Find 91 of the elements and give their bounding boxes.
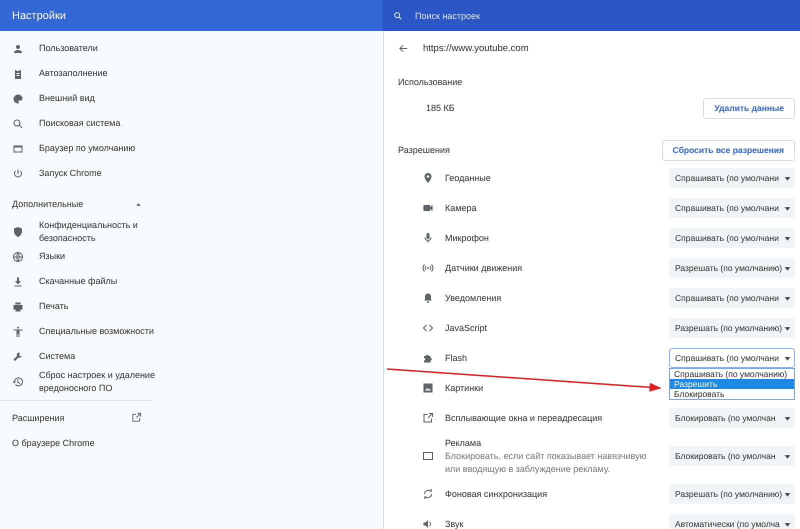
search-field[interactable]: Поиск настроек	[413, 10, 617, 22]
browser-window-icon	[422, 450, 434, 462]
download-icon	[12, 276, 24, 288]
permission-label: Уведомления	[445, 292, 502, 304]
sidebar-item[interactable]: Специальные возможности	[0, 319, 172, 344]
permission-dropdown[interactable]: Автоматически (по умолча	[669, 514, 795, 529]
permission-dropdown[interactable]: Разрешать (по умолчанию)	[669, 258, 795, 278]
sidebar-item[interactable]: Автозаполнение	[0, 61, 172, 86]
caret-icon	[784, 452, 791, 460]
bell-icon	[422, 292, 434, 304]
clear-data-button[interactable]: Удалить данные	[703, 98, 795, 118]
search-icon	[12, 118, 24, 130]
search-icon	[393, 10, 403, 20]
permission-label: Звук	[445, 518, 464, 529]
permission-dropdown[interactable]: Спрашивать (по умолчани	[669, 228, 795, 248]
sidebar-item[interactable]: Запуск Chrome	[0, 161, 172, 186]
sidebar-item[interactable]: Поисковая система	[0, 111, 172, 136]
browser-window-icon	[12, 142, 24, 154]
sidebar-item[interactable]: Система	[0, 344, 172, 369]
caret-icon	[784, 294, 791, 302]
speaker-icon	[422, 518, 434, 529]
sidebar-item[interactable]: Скачанные файлы	[0, 269, 172, 294]
external-link-icon	[131, 412, 142, 423]
sensor-waves-icon	[422, 262, 434, 274]
palette-icon	[12, 92, 24, 104]
code-brackets-icon	[422, 322, 434, 334]
permission-label: JavaScript	[445, 322, 488, 334]
history-icon	[12, 376, 24, 388]
sidebar-item[interactable]: Печать	[0, 294, 172, 319]
external-link-icon	[422, 412, 434, 424]
caret-icon	[135, 200, 142, 208]
permission-dropdown[interactable]: Спрашивать (по умолчани	[669, 168, 795, 188]
reset-permissions-button[interactable]: Сбросить все разрешения	[662, 140, 795, 160]
about-link[interactable]: О браузере Chrome	[0, 430, 142, 455]
printer-icon	[12, 300, 24, 312]
caret-icon	[784, 354, 791, 362]
permission-label: Реклама	[445, 436, 482, 450]
sidebar-item[interactable]: Пользователи	[0, 36, 172, 61]
permission-label: Фоновая синхронизация	[445, 488, 548, 500]
caret-icon	[784, 204, 791, 212]
accessibility-icon	[12, 326, 24, 338]
permission-dropdown[interactable]: Спрашивать (по умолчани	[669, 348, 795, 368]
microphone-icon	[422, 232, 434, 244]
caret-icon	[784, 264, 791, 272]
permission-label: Микрофон	[445, 232, 489, 244]
page-title: Настройки	[12, 10, 66, 22]
caret-icon	[784, 324, 791, 332]
extensions-link[interactable]: Расширения	[0, 405, 142, 430]
permission-label: Картинки	[445, 382, 484, 394]
permission-label: Камера	[445, 202, 476, 214]
permission-label: Всплывающие окна и переадресация	[445, 412, 602, 424]
section-heading: Использование	[398, 76, 464, 89]
video-camera-icon	[422, 202, 434, 214]
permission-dropdown[interactable]: Разрешать (по умолчанию)	[669, 484, 795, 504]
dropdown-option[interactable]: Спрашивать (по умолчанию)	[670, 369, 794, 379]
back-arrow-icon	[398, 43, 409, 54]
permission-dropdown[interactable]: Спрашивать (по умолчани	[669, 198, 795, 218]
image-icon	[422, 382, 434, 394]
site-url: https://www.youtube.com	[423, 43, 529, 54]
sidebar-item[interactable]: Конфиденциальность и безопасность	[0, 219, 172, 244]
sync-icon	[422, 488, 434, 500]
usage-size: 185 КБ	[426, 103, 455, 113]
permission-dropdown[interactable]: Блокировать (по умолчан	[669, 408, 795, 428]
person-icon	[12, 42, 24, 54]
dropdown-option[interactable]: Разрешить	[670, 379, 794, 389]
dropdown-option[interactable]: Блокировать	[670, 389, 794, 399]
caret-icon	[784, 234, 791, 242]
sidebar-item[interactable]: Языки	[0, 244, 172, 269]
permission-dropdown[interactable]: Разрешать (по умолчанию)	[669, 318, 795, 338]
location-pin-icon	[422, 172, 434, 184]
advanced-toggle[interactable]: Дополнительные	[0, 189, 142, 219]
wrench-icon	[12, 350, 24, 362]
permission-dropdown[interactable]: Спрашивать (по умолчани	[669, 288, 795, 308]
section-heading: Разрешения	[398, 145, 450, 155]
globe-icon	[12, 250, 24, 262]
sidebar-item[interactable]: Сброс настроек и удаление вредоносного ПО	[0, 369, 172, 394]
caret-icon	[784, 520, 791, 528]
sidebar-item[interactable]: Внешний вид	[0, 86, 172, 111]
permission-description: Блокировать, если сайт показывает навязчивую или вводящую в заблуждение рекламу.	[445, 450, 648, 476]
sidebar-item[interactable]: Браузер по умолчанию	[0, 136, 172, 161]
caret-icon	[784, 414, 791, 422]
permission-label: Геоданные	[445, 172, 491, 184]
power-icon	[12, 168, 24, 180]
shield-icon	[12, 226, 24, 238]
permission-dropdown[interactable]: Блокировать (по умолчан	[669, 446, 795, 466]
clipboard-icon	[12, 68, 24, 80]
caret-icon	[784, 490, 791, 498]
permission-label: Flash	[445, 352, 468, 364]
caret-icon	[784, 174, 791, 182]
permission-label: Датчики движения	[445, 262, 522, 274]
puzzle-piece-icon	[422, 352, 434, 364]
